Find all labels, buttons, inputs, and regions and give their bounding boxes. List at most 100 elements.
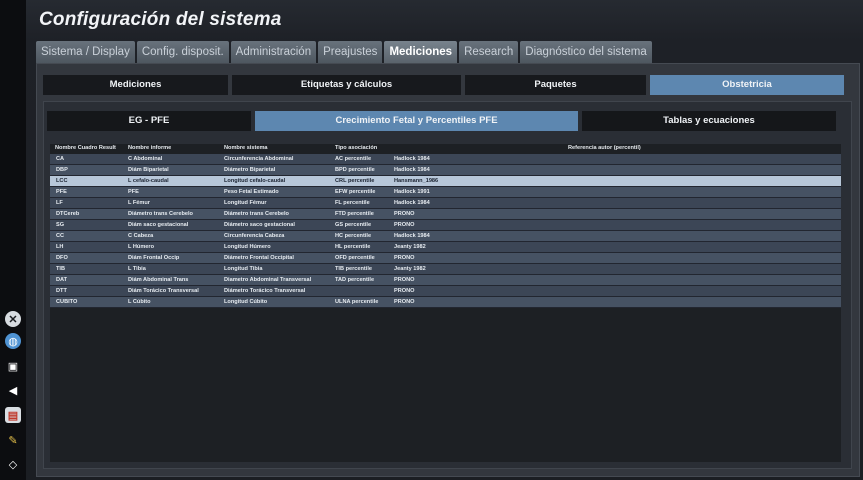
cell-nombre-informe: L Fémur bbox=[128, 200, 150, 206]
cell-nombre-cuadro: CÚBITO bbox=[56, 299, 78, 305]
cell-tipo-asociacion: BPD percentile bbox=[335, 167, 375, 173]
cell-nombre-cuadro: LF bbox=[56, 200, 63, 206]
cell-nombre-informe: C Cabeza bbox=[128, 233, 154, 239]
globe-icon[interactable]: ◍ bbox=[5, 333, 21, 349]
tab-research[interactable]: Research bbox=[459, 41, 519, 63]
subtab-etiquetas-calculos[interactable]: Etiquetas y cálculos bbox=[232, 75, 461, 95]
table-row[interactable]: LH L Húmero Longitud Húmero HL percentile Je… bbox=[50, 242, 841, 253]
tab-tablas-ecuaciones[interactable]: Tablas y ecuaciones bbox=[582, 111, 836, 131]
table-row[interactable]: DTT Diám Torácico Transversal Diámetro Tor… bbox=[50, 286, 841, 297]
cell-nombre-informe: Diámetro trans Cerebelo bbox=[128, 211, 193, 217]
table-row[interactable]: TIB L Tibia Longitud Tibia TIB percentile Je… bbox=[50, 264, 841, 275]
table-row[interactable]: SG Diám saco gestacional Diámetro saco ges… bbox=[50, 220, 841, 231]
cell-referencia: Hadlock 1984 bbox=[394, 233, 430, 239]
cell-tipo-asociacion: FL percentile bbox=[335, 200, 370, 206]
subtab-mediciones[interactable]: Mediciones bbox=[43, 75, 228, 95]
cell-nombre-cuadro: SG bbox=[56, 222, 65, 228]
cell-nombre-sistema: Diámetro trans Cerebelo bbox=[224, 211, 289, 217]
obstetricia-panel: EG - PFE Crecimiento Fetal y Percentiles… bbox=[43, 101, 852, 469]
app-window: Configuración del sistema Sistema / Disp… bbox=[26, 0, 863, 480]
cell-referencia: Hadlock 1984 bbox=[394, 156, 430, 162]
cell-nombre-informe: PFE bbox=[128, 189, 139, 195]
main-tab-bar: Sistema / Display Config. disposit. Admi… bbox=[36, 41, 654, 63]
cell-nombre-sistema: Longitud Fémur bbox=[224, 200, 267, 206]
header-referencia-autor[interactable]: Referencia autor (percentil) bbox=[568, 145, 641, 151]
table-row[interactable]: CÚBITO L Cúbito Longitud Cúbito ULNA percen… bbox=[50, 297, 841, 308]
table-row[interactable]: CA C Abdominal Circunferencia Abdominal AC … bbox=[50, 154, 841, 165]
header-tipo-asociacion[interactable]: Tipo asociación bbox=[335, 145, 377, 151]
cell-referencia: Hadlock 1984 bbox=[394, 200, 430, 206]
cell-referencia: Jeanty 1982 bbox=[394, 266, 426, 272]
brush-icon[interactable]: ✎ bbox=[5, 432, 21, 448]
cell-nombre-informe: L Cúbito bbox=[128, 299, 151, 305]
table-row[interactable]: LCC L cefalo-caudal Longitud cefalo-caudal… bbox=[50, 176, 841, 187]
cell-nombre-informe: C Abdominal bbox=[128, 156, 163, 162]
table-row[interactable]: PFE PFE Peso Fetal Estimado EFW percentile H… bbox=[50, 187, 841, 198]
header-nombre-informe[interactable]: Nombre informe bbox=[128, 145, 171, 151]
volume-icon[interactable]: ◀ bbox=[5, 382, 21, 398]
cell-nombre-informe: Diám saco gestacional bbox=[128, 222, 189, 228]
cell-nombre-sistema: Diámetro Frontal Occipital bbox=[224, 255, 294, 261]
cell-tipo-asociacion: HC percentile bbox=[335, 233, 372, 239]
tab-sistema-display[interactable]: Sistema / Display bbox=[36, 41, 135, 63]
cell-nombre-informe: L Tibia bbox=[128, 266, 146, 272]
cell-nombre-informe: L cefalo-caudal bbox=[128, 178, 169, 184]
cell-nombre-sistema: Diámetro saco gestacional bbox=[224, 222, 295, 228]
tab-diagnostico[interactable]: Diagnóstico del sistema bbox=[520, 41, 652, 63]
cell-nombre-sistema: Circunferencia Abdominal bbox=[224, 156, 294, 162]
table-row[interactable]: LF L Fémur Longitud Fémur FL percentile Hadl… bbox=[50, 198, 841, 209]
print-icon[interactable]: ▣ bbox=[5, 358, 21, 374]
table-row[interactable]: DTCereb Diámetro trans Cerebelo Diámetro t… bbox=[50, 209, 841, 220]
sub-tab-bar: Mediciones Etiquetas y cálculos Paquetes… bbox=[43, 75, 848, 95]
header-nombre-sistema[interactable]: Nombre sistema bbox=[224, 145, 268, 151]
cell-nombre-sistema: Longitud Húmero bbox=[224, 244, 271, 250]
cell-nombre-cuadro: DFO bbox=[56, 255, 68, 261]
cell-referencia: Hansmann_1986 bbox=[394, 178, 439, 184]
table-row[interactable]: DBP Diám Biparietal Diámetro Biparietal BPD… bbox=[50, 165, 841, 176]
cell-referencia: PRONO bbox=[394, 255, 415, 261]
cell-nombre-sistema: Circunferencia Cabeza bbox=[224, 233, 285, 239]
cell-referencia: Hadlock 1984 bbox=[394, 167, 430, 173]
cell-tipo-asociacion: GS percentile bbox=[335, 222, 372, 228]
cell-nombre-cuadro: CA bbox=[56, 156, 65, 162]
header-nombre-cuadro[interactable]: Nombre Cuadro Result bbox=[55, 145, 116, 151]
tab-crecimiento-fetal[interactable]: Crecimiento Fetal y Percentiles PFE bbox=[255, 111, 578, 131]
percentile-table[interactable]: Nombre Cuadro Result Nombre informe Nomb… bbox=[50, 144, 841, 462]
subtab-obstetricia[interactable]: Obstetricia bbox=[650, 75, 844, 95]
tab-config-disposit[interactable]: Config. disposit. bbox=[136, 41, 229, 63]
left-toolbar: ✕ ◍ ▣ ◀ ▤ ✎ ◇ bbox=[0, 0, 26, 480]
inner-tab-bar: EG - PFE Crecimiento Fetal y Percentiles… bbox=[47, 111, 840, 131]
tab-preajustes[interactable]: Preajustes bbox=[318, 41, 383, 63]
cell-nombre-cuadro: DTCereb bbox=[56, 211, 80, 217]
table-row[interactable]: DAT Diám Abdominal Trans Diametro Abdomina… bbox=[50, 275, 841, 286]
cell-referencia: PRONO bbox=[394, 288, 415, 294]
cell-referencia: PRONO bbox=[394, 222, 415, 228]
cell-tipo-asociacion: AC percentile bbox=[335, 156, 372, 162]
cell-nombre-informe: Diám Frontal Occip bbox=[128, 255, 180, 261]
cell-nombre-sistema: Diametro Abdominal Transversal bbox=[224, 277, 312, 283]
cell-nombre-informe: Diám Biparietal bbox=[128, 167, 169, 173]
cell-tipo-asociacion: TAD percentile bbox=[335, 277, 375, 283]
cell-nombre-cuadro: LH bbox=[56, 244, 64, 250]
cell-nombre-informe: L Húmero bbox=[128, 244, 155, 250]
tab-mediciones[interactable]: Mediciones bbox=[384, 41, 458, 63]
tab-administracion[interactable]: Administración bbox=[230, 41, 317, 63]
cell-referencia: PRONO bbox=[394, 211, 415, 217]
cell-nombre-informe: Diám Abdominal Trans bbox=[128, 277, 189, 283]
report-icon[interactable]: ▤ bbox=[5, 407, 21, 423]
cell-nombre-sistema: Longitud cefalo-caudal bbox=[224, 178, 286, 184]
cell-tipo-asociacion: OFD percentile bbox=[335, 255, 375, 261]
cell-nombre-sistema: Diámetro Biparietal bbox=[224, 167, 276, 173]
cell-nombre-cuadro: DTT bbox=[56, 288, 67, 294]
cell-nombre-cuadro: PFE bbox=[56, 189, 67, 195]
subtab-paquetes[interactable]: Paquetes bbox=[465, 75, 646, 95]
table-row[interactable]: DFO Diám Frontal Occip Diámetro Frontal Oc… bbox=[50, 253, 841, 264]
cell-nombre-cuadro: LCC bbox=[56, 178, 68, 184]
close-icon[interactable]: ✕ bbox=[5, 311, 21, 327]
table-row[interactable]: CC C Cabeza Circunferencia Cabeza HC percen… bbox=[50, 231, 841, 242]
cell-tipo-asociacion: EFW percentile bbox=[335, 189, 376, 195]
network-icon[interactable]: ◇ bbox=[5, 456, 21, 472]
tab-eg-pfe[interactable]: EG - PFE bbox=[47, 111, 251, 131]
cell-referencia: PRONO bbox=[394, 299, 415, 305]
page-title: Configuración del sistema bbox=[39, 9, 282, 30]
